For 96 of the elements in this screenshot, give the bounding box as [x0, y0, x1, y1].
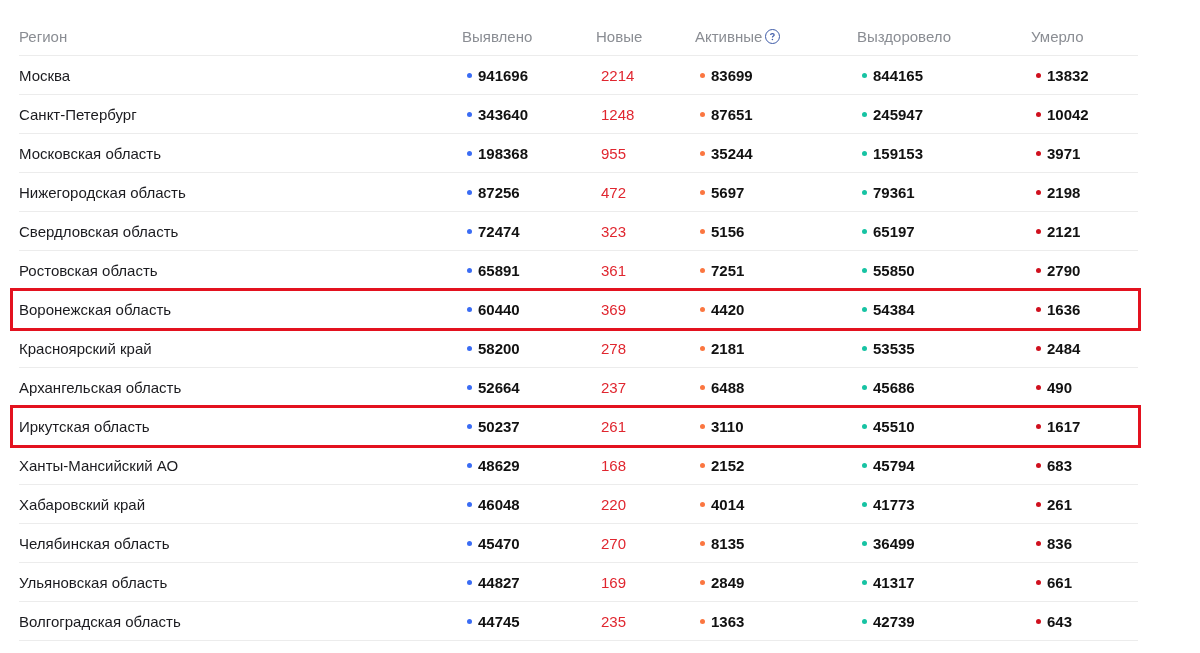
- table-cell: 36499: [873, 534, 915, 552]
- table-cell: 4014: [711, 495, 745, 513]
- region-name: Хабаровский край: [19, 495, 147, 513]
- table-cell: 2181: [711, 339, 745, 357]
- table-cell: 83699: [711, 66, 753, 84]
- table-cell: 490: [1047, 378, 1073, 396]
- table-cell: 343640: [478, 105, 529, 123]
- table-cell: 48629: [478, 456, 520, 474]
- table-cell: 65891: [478, 261, 520, 279]
- region-name: Воронежская область: [19, 300, 173, 318]
- table-cell: 941696: [478, 66, 529, 84]
- table-cell: 220: [601, 495, 627, 513]
- table-cell: 2152: [711, 456, 745, 474]
- region-name: Архангельская область: [19, 378, 183, 396]
- table-cell: 1617: [1047, 417, 1081, 435]
- table-cell: 2790: [1047, 261, 1081, 279]
- table-cell: 235: [601, 612, 627, 630]
- table-cell: 237: [601, 378, 627, 396]
- table-cell: 45686: [873, 378, 915, 396]
- table-cell: 87651: [711, 105, 753, 123]
- table-cell: 5697: [711, 183, 745, 201]
- table-cell: 361: [601, 261, 627, 279]
- table-cell: 369: [601, 300, 627, 318]
- column-header: Новые: [596, 28, 643, 45]
- column-header: Умерло: [1031, 28, 1084, 45]
- table-cell: 261: [601, 417, 627, 435]
- table-cell: 2484: [1047, 339, 1081, 357]
- table-cell: 6488: [711, 378, 745, 396]
- table-cell: 54384: [873, 300, 915, 318]
- table-cell: 1363: [711, 612, 745, 630]
- table-cell: 261: [1047, 495, 1073, 513]
- region-name: Красноярский край: [19, 339, 153, 357]
- column-header: Выздоровело: [857, 28, 952, 45]
- table-cell: 2214: [601, 66, 635, 84]
- column-header: Выявлено: [462, 28, 533, 45]
- table-cell: 10042: [1047, 105, 1089, 123]
- table-cell: 45794: [873, 456, 915, 474]
- table-cell: 50237: [478, 417, 520, 435]
- table-cell: 1248: [601, 105, 635, 123]
- table-cell: 46048: [478, 495, 520, 513]
- region-name: Нижегородская область: [19, 183, 187, 201]
- table-cell: 5156: [711, 222, 745, 240]
- table-cell: 45470: [478, 534, 520, 552]
- table-cell: 41317: [873, 573, 915, 591]
- table-cell: 1636: [1047, 300, 1081, 318]
- table-cell: 472: [601, 183, 627, 201]
- table-cell: 45510: [873, 417, 915, 435]
- table-cell: 55850: [873, 261, 915, 279]
- region-name: Свердловская область: [19, 222, 180, 240]
- table-cell: 53535: [873, 339, 915, 357]
- table-cell: 60440: [478, 300, 520, 318]
- table-cell: 72474: [478, 222, 520, 240]
- region-name: Москва: [19, 66, 72, 84]
- table-cell: 3971: [1047, 144, 1081, 162]
- table-cell: 683: [1047, 456, 1073, 474]
- table-cell: 13832: [1047, 66, 1089, 84]
- table-cell: 198368: [478, 144, 529, 162]
- column-header: Регион: [19, 28, 68, 45]
- region-name: Ульяновская область: [19, 573, 169, 591]
- region-name: Ханты-Мансийский АО: [19, 456, 180, 474]
- region-name: Московская область: [19, 144, 162, 162]
- table-cell: 836: [1047, 534, 1073, 552]
- table-cell: 41773: [873, 495, 915, 513]
- table-cell: 87256: [478, 183, 520, 201]
- table-cell: 955: [601, 144, 627, 162]
- table-cell: 65197: [873, 222, 915, 240]
- table-cell: 4420: [711, 300, 745, 318]
- table-cell: 58200: [478, 339, 520, 357]
- table-cell: 844165: [873, 66, 924, 84]
- region-name: Санкт-Петербург: [19, 105, 138, 123]
- table-cell: 245947: [873, 105, 924, 123]
- table-cell: 35244: [711, 144, 753, 162]
- region-name: Волгоградская область: [19, 612, 182, 630]
- table-cell: 323: [601, 222, 627, 240]
- table-cell: 159153: [873, 144, 924, 162]
- table-cell: 2198: [1047, 183, 1081, 201]
- region-name: Ростовская область: [19, 261, 159, 279]
- table-cell: 643: [1047, 612, 1073, 630]
- column-header: Активные: [695, 28, 763, 45]
- table-cell: 44827: [478, 573, 520, 591]
- table-cell: 270: [601, 534, 627, 552]
- table-cell: 169: [601, 573, 627, 591]
- table-cell: 278: [601, 339, 627, 357]
- table-cell: 42739: [873, 612, 915, 630]
- table-cell: 168: [601, 456, 627, 474]
- region-name: Челябинская область: [19, 534, 171, 552]
- region-name: Иркутская область: [19, 417, 151, 435]
- table-cell: 52664: [478, 378, 520, 396]
- table-cell: 661: [1047, 573, 1073, 591]
- table-cell: 2849: [711, 573, 745, 591]
- table-cell: 3110: [711, 417, 744, 435]
- table-cell: 44745: [478, 612, 520, 630]
- table-cell: 2121: [1047, 222, 1081, 240]
- table-cell: 7251: [711, 261, 745, 279]
- table-cell: 8135: [711, 534, 745, 552]
- table-cell: 79361: [873, 183, 915, 201]
